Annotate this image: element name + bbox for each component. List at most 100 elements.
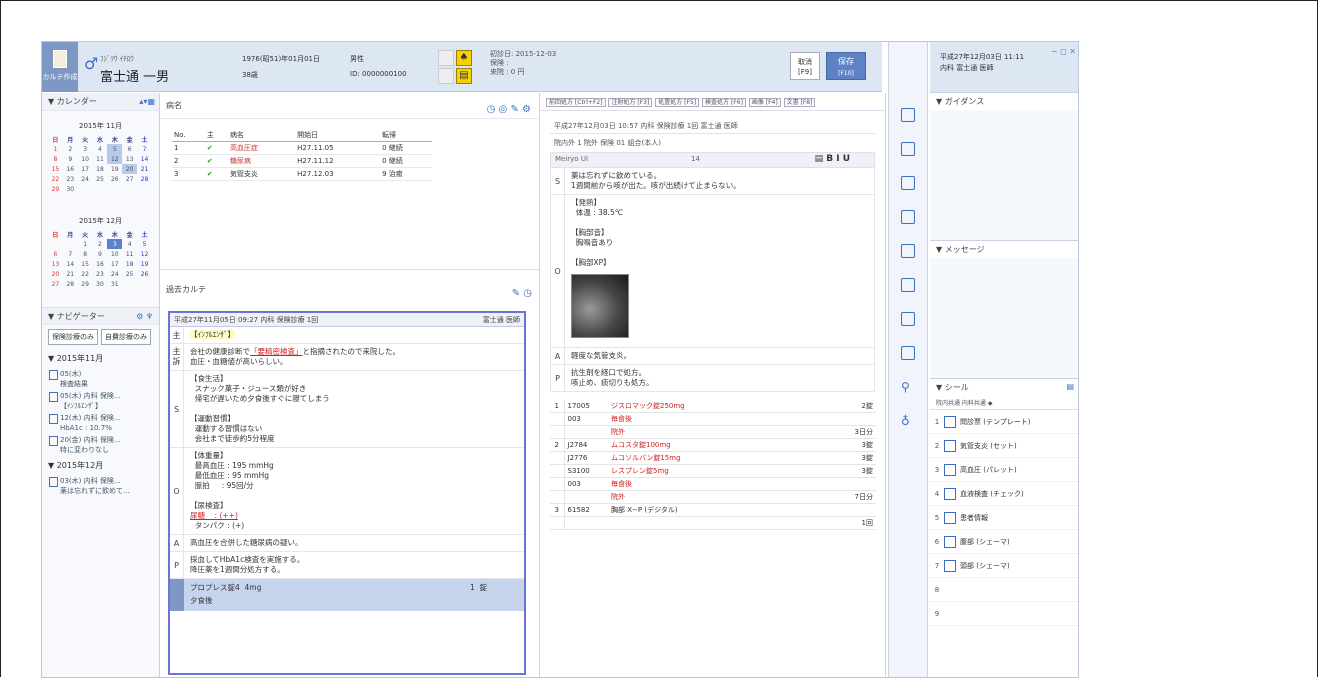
tab-insurance-only[interactable]: 保険診療のみ (48, 329, 98, 345)
calendar-icon[interactable]: ▴▾▦ (139, 93, 155, 111)
patient-sex: 男性 (350, 55, 364, 63)
editor-toolbar: Meiryo UI 14 ▤ B I U (550, 152, 875, 168)
table-row[interactable]: J2776 ムコソルバン錠15mg 3錠 (550, 451, 876, 465)
table-row[interactable]: 1回 (550, 516, 876, 530)
seal-item[interactable]: 7 頭部 (シェーマ) (930, 554, 1078, 578)
karte-create-label: カルテ作成 (42, 73, 78, 81)
tab-4[interactable]: 検査処方 [F6] (702, 98, 746, 107)
note-icon[interactable] (901, 312, 915, 326)
seal-icon (944, 415, 956, 428)
left-panel: ▼ カレンダー ▴▾▦ 2015年 11月 日月火水木金土 1234567 89… (42, 93, 160, 677)
schema-icon[interactable]: ♁ (901, 414, 915, 428)
seal-item[interactable]: 6 腹部 (シェーマ) (930, 530, 1078, 554)
list-item[interactable]: 20(金) 内科 保険... 特に変わりなし (42, 434, 159, 456)
guidance-header[interactable]: ▼ ガイダンス (930, 92, 1078, 110)
table-row[interactable]: 2 ✔ 糖尿病 H27.11.12 0 継続 (172, 154, 432, 168)
tab-2[interactable]: 注射処方 [F3] (608, 98, 653, 107)
set-icon[interactable] (901, 142, 915, 156)
soap-s[interactable]: 薬は忘れずに飲めている。 1週間前から咳が出た。咳が出続けて止まらない。 (565, 168, 747, 194)
font-select[interactable]: Meiryo UI (555, 155, 588, 163)
navigator-header[interactable]: ▼ ナビゲーター ⚙ ♆ (42, 307, 159, 325)
seal-header[interactable]: ▼ シール ▤ (930, 378, 1078, 396)
size-select[interactable]: 14 (691, 155, 700, 163)
palette-icon[interactable] (901, 176, 915, 190)
seal-list: 1 問診票 (テンプレート) 2 気管支炎 (セット) 3 高血圧 (パレット) 4 血液検査… (930, 410, 1078, 578)
seal-tabs[interactable]: 院内共通 内科共通 ◆ (930, 396, 1078, 410)
seal-item[interactable]: 4 血液検査 (チェック) (930, 482, 1078, 506)
seal-settings-icon: ▤ (1066, 382, 1074, 391)
tab-self-pay-only[interactable]: 自費診療のみ (101, 329, 151, 345)
disease-tools-icon[interactable]: ◷ ◎ ✎ ⚙ (487, 97, 531, 123)
disease-table: No. 主病名 開始日 転帰 1 ✔ 高血圧症 H27.11.05 0 継続 2 ✔ 糖尿病 H27… (172, 129, 432, 181)
message-body (930, 258, 1078, 378)
karte-app: カルテ作成 ♂ ﾌｼﾞﾂｳ ｲﾁﾛｳ 富士通 一男 1976(昭51)年01月0… (41, 41, 1079, 678)
past-karte-tools-icon[interactable]: ✎ ◷ (512, 283, 532, 305)
status-icon-1[interactable] (438, 50, 454, 66)
patient-icon[interactable] (901, 244, 915, 258)
table-row[interactable]: 003 毎食後 (550, 477, 876, 491)
soap-o[interactable]: 【発熱】 体温 : 38.5℃ 【胸部音】 胸鳴音あり 【胸部XP】 (565, 195, 635, 347)
seal-item[interactable]: 3 高血圧 (パレット) (930, 458, 1078, 482)
current-entry-header: 平成27年12月03日 10:57 内科 保険診療 1回 富士通 医師 (550, 119, 875, 134)
table-row[interactable]: 1 17005 ジスロマック錠250mg 2錠 (550, 400, 876, 413)
karte-create-button[interactable]: カルテ作成 (42, 42, 78, 92)
tab-3[interactable]: 処置処方 [F5] (655, 98, 700, 107)
seal-icon (944, 487, 956, 500)
tree-icon[interactable]: ⚲ (901, 380, 915, 394)
past-karte-header: 過去カルテ ✎ ◷ (160, 279, 540, 301)
navigator-tabs: 保険診療のみ 自費診療のみ (48, 329, 153, 345)
patient-header: カルテ作成 ♂ ﾌｼﾞﾂｳ ｲﾁﾛｳ 富士通 一男 1976(昭51)年01月0… (42, 42, 882, 92)
table-row[interactable]: 3 ✔ 気管支炎 H27.12.03 9 治癒 (172, 167, 432, 181)
table-row[interactable]: 1 ✔ 高血圧症 H27.11.05 0 継続 (172, 141, 432, 155)
list-item[interactable]: 05(木) 内科 保険... 【ｲﾝﾌﾙｴﾝｻﾞ】 (42, 390, 159, 412)
right-header: − ◻ ✕ 平成27年12月03日 11:11 内科 富士通 医師 (930, 42, 1078, 92)
chart-icon[interactable] (901, 346, 915, 360)
tab-1[interactable]: 前回処方 [Ctrl+F2] (546, 98, 606, 107)
side-toolbar: ⚲ ♁ (888, 42, 928, 677)
list-item[interactable]: 05(木) 検査結果 (42, 368, 159, 390)
past-karte-entry[interactable]: 平成27年11月05日 09:27 内科 保険診療 1回 富士通 医師 主【ｲﾝ… (168, 311, 526, 675)
guidance-body (930, 110, 1078, 240)
seal-icon (944, 439, 956, 452)
calendar-header[interactable]: ▼ カレンダー ▴▾▦ (42, 93, 159, 111)
table-row[interactable]: 3 61582 胸部 X−P (デジタル) (550, 503, 876, 517)
seal-empty: 9 (930, 602, 1078, 626)
order-table: 1 17005 ジスロマック錠250mg 2錠 003 毎食後 院外 3日分 2 J2784 ムコス… (550, 400, 876, 530)
list-item[interactable]: 03(木) 内科 保険... 薬は忘れずに飲めて... (42, 475, 159, 497)
check-icon[interactable] (901, 210, 915, 224)
seal-item[interactable]: 2 気管支炎 (セット) (930, 434, 1078, 458)
table-row[interactable]: 院外 3日分 (550, 425, 876, 439)
table-row[interactable]: 003 毎食後 (550, 412, 876, 426)
patient-kana: ﾌｼﾞﾂｳ ｲﾁﾛｳ (100, 55, 134, 63)
status-icon-2[interactable] (438, 68, 454, 84)
table-row[interactable]: 院外 7日分 (550, 490, 876, 504)
calendar-nov-title: 2015年 11月 (79, 122, 122, 130)
list-icon[interactable] (901, 278, 915, 292)
tab-6[interactable]: 文書 [F8] (783, 98, 816, 107)
navigator-month-nov[interactable]: ▼ 2015年11月 (42, 349, 159, 368)
soap-a[interactable]: 軽度な気管支炎。 (565, 348, 637, 364)
table-row[interactable]: 2 J2784 ムコスタ錠100mg 3錠 (550, 438, 876, 452)
tab-5[interactable]: 画像 [F4] (748, 98, 781, 107)
visit-info: 初診日: 2015-12-03 保険 : 来院 : 0 円 (490, 50, 557, 76)
seal-item[interactable]: 5 患者情報 (930, 506, 1078, 530)
seal-icon (944, 535, 956, 548)
chest-xray-image[interactable] (571, 274, 629, 338)
save-button[interactable]: 保存 [F10] (826, 52, 866, 80)
save-key: [F10] (838, 70, 854, 77)
past-rx-row[interactable]: プロプレス錠4 4mg 夕食後 1 錠 (170, 579, 524, 611)
cancel-button[interactable]: 取消 [F9] (790, 52, 820, 80)
window-controls-icon[interactable]: − ◻ ✕ (1051, 46, 1076, 57)
document-icon[interactable]: ▤ (456, 68, 472, 84)
list-item[interactable]: 12(木) 内科 保険... HbA1c : 10.7% (42, 412, 159, 434)
format-buttons-icon[interactable]: ▤ B I U (815, 154, 850, 164)
template-icon[interactable] (901, 108, 915, 122)
message-header[interactable]: ▼ メッセージ (930, 240, 1078, 258)
gear-icon[interactable]: ⚙ ♆ (136, 308, 153, 326)
middle-panel: 病名 ◷ ◎ ✎ ⚙ No. 主病名 開始日 転帰 1 ✔ 高血圧症 H27.11.05 0 … (160, 93, 540, 677)
person-icon[interactable]: ♠ (456, 50, 472, 66)
navigator-month-dec[interactable]: ▼ 2015年12月 (42, 456, 159, 475)
seal-item[interactable]: 1 問診票 (テンプレート) (930, 410, 1078, 434)
soap-p[interactable]: 抗生剤を経口で処方。 咳止め、痰切りも処方。 (565, 365, 660, 391)
table-row[interactable]: S3100 レスプレン錠5mg 3錠 (550, 464, 876, 478)
